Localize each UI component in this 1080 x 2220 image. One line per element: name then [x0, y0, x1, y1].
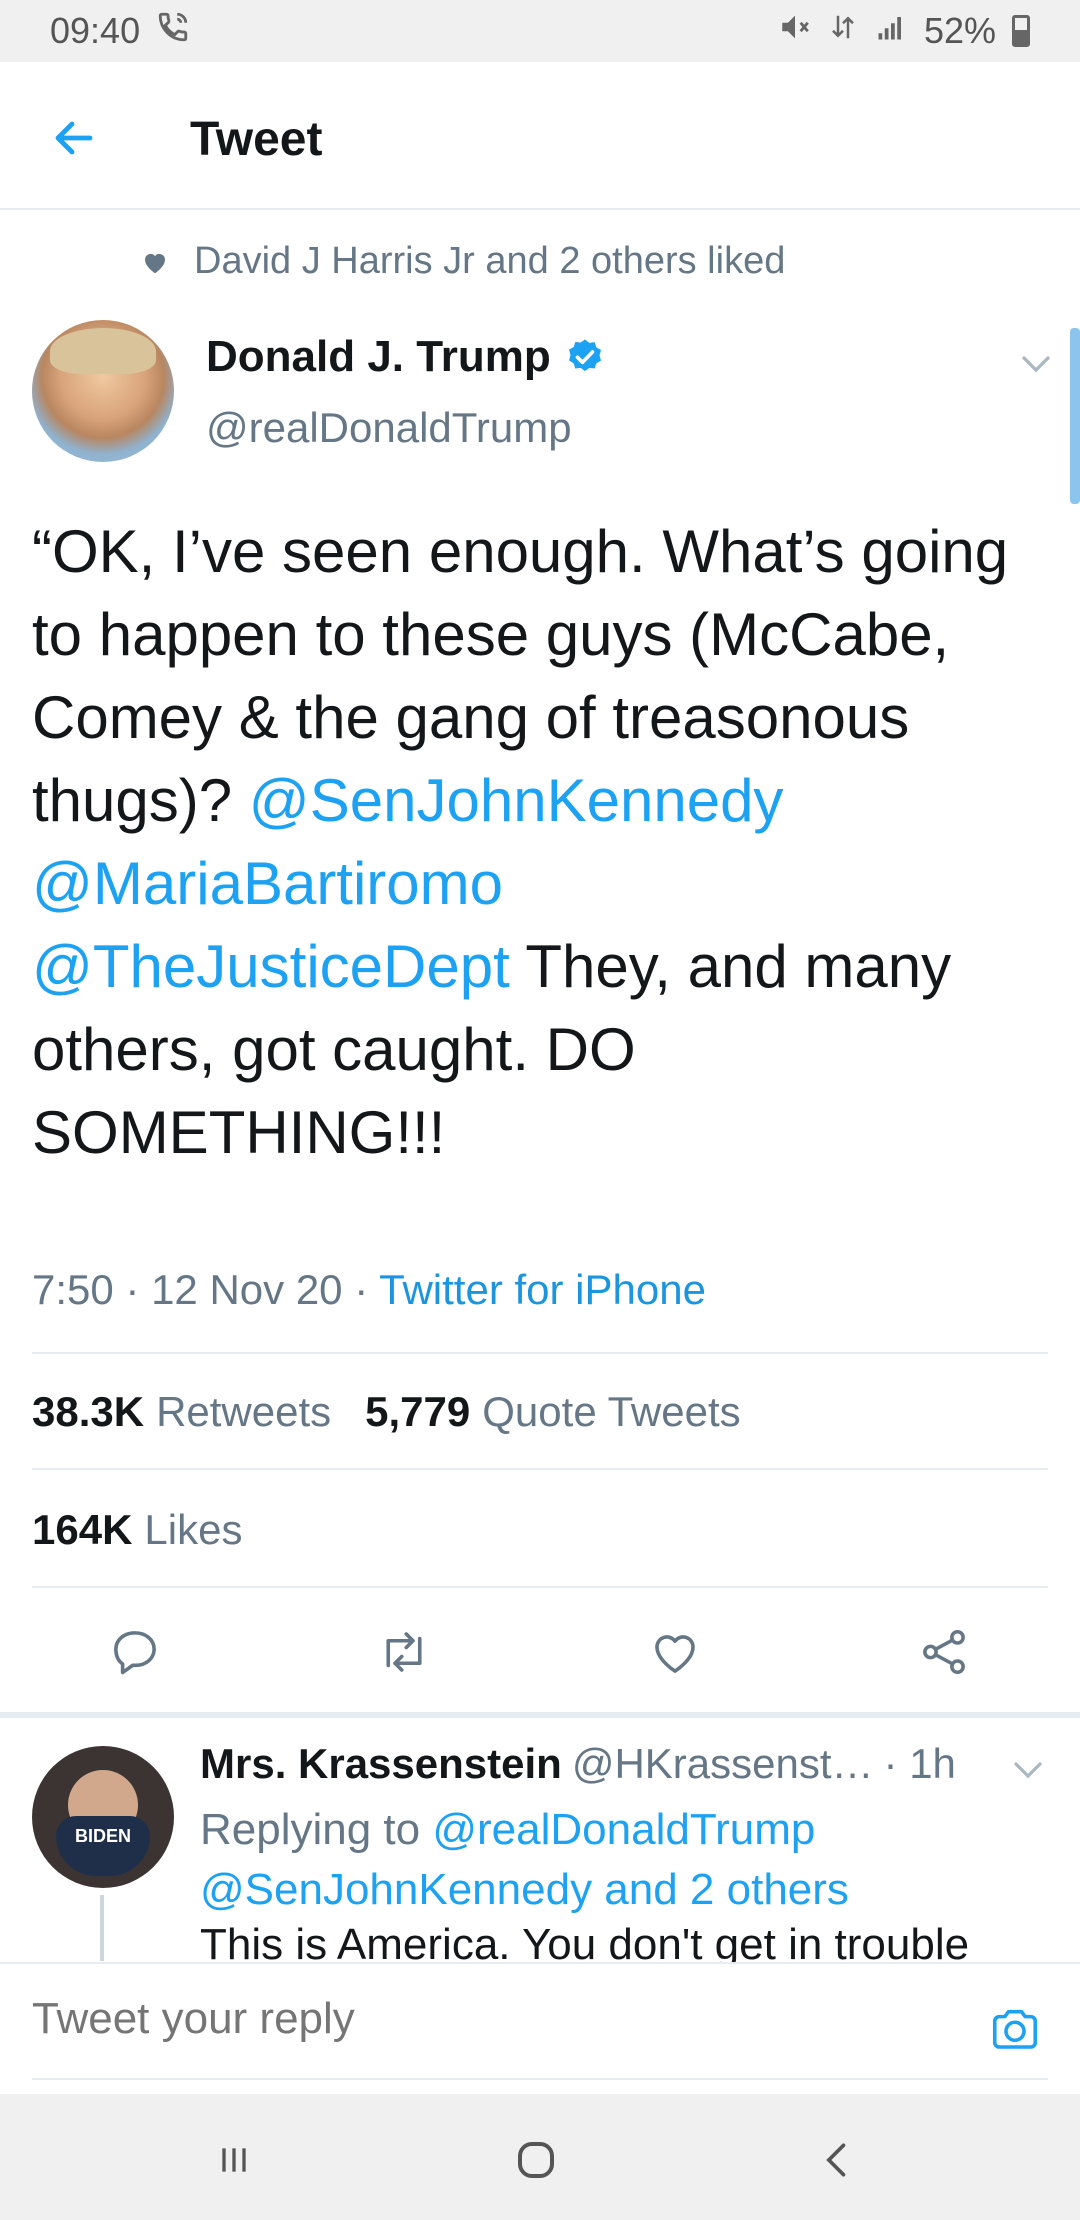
tweet-date: 12 Nov 20: [151, 1266, 343, 1313]
social-context-text: David J Harris Jr and 2 others liked: [194, 240, 786, 282]
recent-apps-icon: [222, 2148, 246, 2172]
meta-separator: ·: [354, 1266, 380, 1313]
author-name-row[interactable]: Donald J. Trump: [206, 332, 605, 382]
home-icon: [518, 2142, 554, 2178]
heart-outline-icon: [655, 1635, 695, 1673]
divider: [32, 1468, 1048, 1470]
share-button[interactable]: [916, 1624, 972, 1680]
tweet-meta: 7:50 · 12 Nov 20 · Twitter for iPhone: [32, 1266, 706, 1314]
replying-to: Replying to @realDonaldTrump @SenJohnKen…: [200, 1800, 1040, 1920]
author-name: Donald J. Trump: [206, 332, 551, 381]
tweet-source-link[interactable]: Twitter for iPhone: [379, 1266, 706, 1313]
thread-line: [100, 1895, 104, 1961]
call-icon: [156, 10, 190, 52]
battery-icon: [1012, 15, 1030, 47]
quote-tweets-label: Quote Tweets: [482, 1388, 741, 1435]
reply-author-handle[interactable]: @HKrassenst…: [572, 1740, 874, 1788]
reply-header: Mrs. Krassenstein @HKrassenst… · 1h: [200, 1740, 1030, 1788]
back-button[interactable]: [46, 110, 102, 166]
likes-stat[interactable]: 164K Likes: [32, 1506, 242, 1554]
divider: [32, 1352, 1048, 1354]
chevron-down-icon[interactable]: [1018, 346, 1054, 382]
divider: [32, 1586, 1048, 1588]
retweet-button[interactable]: [376, 1624, 432, 1680]
share-icon: [923, 1629, 965, 1675]
signal-icon: [874, 12, 908, 50]
meta-separator: ·: [125, 1266, 152, 1313]
avatar-hair: [50, 328, 156, 374]
reply-time: · 1h: [883, 1740, 956, 1787]
recent-apps-button[interactable]: [204, 2130, 264, 2190]
reply-icon: [114, 1631, 156, 1675]
chevron-down-icon[interactable]: [1010, 1752, 1046, 1788]
status-right: 52%: [778, 10, 1030, 52]
arrow-left-icon: [55, 121, 93, 155]
mute-icon: [778, 10, 812, 52]
author-handle[interactable]: @realDonaldTrump: [206, 404, 572, 452]
tweet-actions: [0, 1612, 1080, 1692]
retweet-icon: [386, 1632, 422, 1672]
retweets-count: 38.3K: [32, 1388, 145, 1435]
status-bar: 09:40 52%: [0, 0, 1080, 62]
replying-others-link[interactable]: @SenJohnKennedy and 2 others: [200, 1865, 849, 1914]
battery-percent: 52%: [923, 10, 996, 51]
chevron-left-icon: [826, 2143, 846, 2177]
mention-link[interactable]: @SenJohnKennedy: [249, 767, 784, 834]
reply-avatar[interactable]: BIDEN: [32, 1746, 174, 1888]
likes-row: 164K Likes: [32, 1506, 276, 1554]
tweet-time: 7:50: [32, 1266, 114, 1313]
tweet-text: “OK, I’ve seen enough. What’s going to h…: [32, 510, 1042, 1174]
heart-icon: [145, 253, 165, 273]
verified-badge-icon: [568, 339, 601, 372]
camera-button[interactable]: [986, 2002, 1044, 2056]
app-header: Tweet: [0, 62, 1080, 210]
nav-back-button[interactable]: [808, 2130, 868, 2190]
retweets-stat[interactable]: 38.3K Retweets: [32, 1388, 331, 1436]
retweets-label: Retweets: [156, 1388, 332, 1435]
mention-link[interactable]: @MariaBartiromo: [32, 850, 503, 917]
avatar-mask: BIDEN: [56, 1816, 150, 1876]
stats-row: 38.3K Retweets 5,779 Quote Tweets: [32, 1388, 775, 1436]
mention-link[interactable]: @TheJusticeDept: [32, 933, 510, 1000]
replying-prefix: Replying to: [200, 1805, 433, 1854]
system-nav-bar: [0, 2094, 1080, 2220]
camera-icon: [992, 2009, 1038, 2049]
scrollbar-thumb[interactable]: [1070, 328, 1080, 504]
quote-tweets-stat[interactable]: 5,779 Quote Tweets: [365, 1388, 741, 1436]
section-separator: [0, 1712, 1080, 1718]
likes-label: Likes: [144, 1506, 243, 1553]
page-title: Tweet: [190, 113, 323, 166]
reply-author-name[interactable]: Mrs. Krassenstein: [200, 1740, 562, 1788]
mention-link[interactable]: @realDonaldTrump: [432, 1805, 815, 1854]
home-button[interactable]: [506, 2130, 566, 2190]
reply-composer: [0, 1962, 1080, 2094]
data-icon: [828, 10, 858, 52]
likes-count: 164K: [32, 1506, 133, 1553]
author-avatar[interactable]: [32, 320, 174, 462]
reply-button[interactable]: [107, 1624, 163, 1680]
reply-input[interactable]: [32, 1994, 932, 2044]
like-button[interactable]: [647, 1624, 703, 1680]
social-context[interactable]: David J Harris Jr and 2 others liked: [140, 240, 785, 283]
reply-text: This is America. You don't get in troubl…: [200, 1920, 970, 1962]
status-time: 09:40: [50, 10, 141, 51]
quote-tweets-count: 5,779: [365, 1388, 471, 1435]
status-left: 09:40: [50, 10, 190, 52]
composer-divider: [32, 2078, 1048, 2080]
